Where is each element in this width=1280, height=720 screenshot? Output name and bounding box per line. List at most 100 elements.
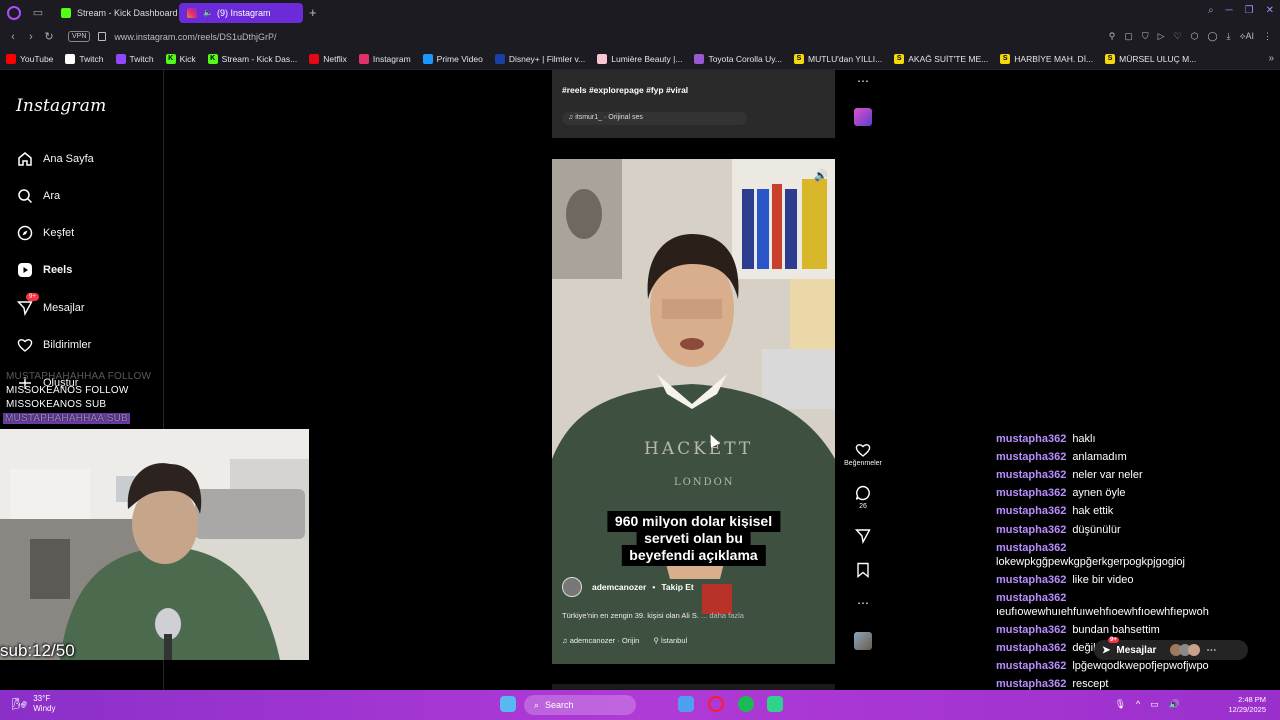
restore-icon[interactable]: ❐ <box>1245 5 1254 16</box>
bookmarks-more-icon[interactable]: » <box>1268 53 1274 64</box>
comment-icon[interactable] <box>855 485 871 501</box>
chat-username[interactable]: mustapha362 <box>996 451 1066 463</box>
save-icon[interactable] <box>855 562 871 578</box>
more-link[interactable]: ... daha fazla <box>701 611 744 620</box>
chat-username[interactable]: mustapha362 <box>996 592 1066 604</box>
bookmark-item[interactable]: S MUTLU'dan YILLI... <box>794 53 882 64</box>
bookmark-favicon-icon: K <box>165 53 176 64</box>
bookmark-item[interactable]: Netflix <box>309 53 347 64</box>
bookmark-item[interactable]: K Stream - Kick Das... <box>207 53 297 64</box>
bookmark-item[interactable]: Instagram <box>358 53 411 64</box>
forward-icon[interactable]: › <box>22 31 40 43</box>
extensions-icon[interactable]: ⬡ <box>1191 31 1199 42</box>
bookmark-item[interactable]: Lumière Beauty |... <box>597 53 683 64</box>
instagram-logo[interactable]: Instagram <box>16 96 106 116</box>
nav-home[interactable]: Ana Sayfa <box>16 150 94 167</box>
chat-username[interactable]: mustapha362 <box>996 642 1066 654</box>
spotify-icon[interactable] <box>738 696 754 712</box>
profile-icon[interactable]: ◯ <box>1207 31 1217 42</box>
nav-notifications[interactable]: Bildirimler <box>16 336 91 353</box>
tab-kick-dashboard[interactable]: Stream - Kick Dashboard <box>53 3 178 23</box>
download-icon[interactable]: ⤓ <box>1227 31 1231 42</box>
snapshot-icon[interactable]: ▢ <box>1124 31 1133 42</box>
more-icon[interactable]: ⋯ <box>1206 645 1216 656</box>
bookmark-item[interactable]: S AKAĞ SUİT'TE ME... <box>894 53 988 64</box>
audio-thumbnail[interactable] <box>854 108 872 126</box>
chat-username[interactable]: mustapha362 <box>996 487 1066 499</box>
bookmark-item[interactable]: Toyota Corolla Uy... <box>694 53 782 64</box>
taskbar-search[interactable]: ⌕ Search <box>524 695 636 715</box>
chat-username[interactable]: mustapha362 <box>996 469 1066 481</box>
bookmark-item[interactable]: K Kick <box>165 53 196 64</box>
shield-icon[interactable]: ⛉ <box>1142 31 1149 42</box>
volume-icon[interactable]: 🔊 <box>814 169 828 182</box>
chat-username[interactable]: mustapha362 <box>996 574 1066 586</box>
chat-username[interactable]: mustapha362 <box>996 433 1066 445</box>
opera-logo-icon[interactable] <box>7 5 21 20</box>
menu-icon[interactable]: ⋮ <box>1263 31 1272 42</box>
bookmark-item[interactable]: S HARBİYE MAH. Dİ... <box>1000 53 1093 64</box>
url-field[interactable]: www.instagram.com/reels/DS1uDthjGrP/ <box>114 32 276 42</box>
reel-audio-pill[interactable]: ♫ itsmur1_ · Orijinal ses <box>562 112 747 125</box>
music-icon: ♫ <box>562 636 570 645</box>
chat-username[interactable]: mustapha362 <box>996 524 1066 536</box>
chat-username[interactable]: mustapha362 <box>996 660 1066 672</box>
bookmark-item[interactable]: Disney+ | Filmler v... <box>494 53 585 64</box>
chat-username[interactable]: mustapha362 <box>996 542 1066 554</box>
like-icon[interactable] <box>855 442 871 458</box>
ai-button[interactable]: ⟡AI <box>1240 31 1254 42</box>
clock[interactable]: 2:48 PM 12/29/2025 <box>1228 695 1266 715</box>
speaker-icon[interactable]: 🔈 <box>203 8 213 17</box>
previous-reel[interactable]: #reels #explorepage #fyp #viral ♫ itsmur… <box>552 70 835 138</box>
opera-icon[interactable] <box>708 696 724 712</box>
nav-messages[interactable]: 9+ Mesajlar <box>16 293 85 316</box>
close-icon[interactable]: ✕ <box>1266 5 1274 16</box>
chat-text: rescept <box>1072 678 1109 690</box>
play-icon[interactable]: ▷ <box>1158 31 1165 42</box>
follow-button[interactable]: Takip Et <box>661 582 693 592</box>
nav-search[interactable]: Ara <box>16 187 60 204</box>
pin-icon[interactable]: ⚲ <box>1109 31 1116 42</box>
more-options-icon[interactable]: ⋯ <box>840 74 886 88</box>
audio-thumbnail[interactable] <box>854 632 872 650</box>
chat-username[interactable]: mustapha362 <box>996 505 1066 517</box>
tab-manager-icon[interactable]: ▭ <box>29 6 47 20</box>
nav-reels[interactable]: Reels <box>16 261 72 278</box>
weather-widget[interactable]: 🌬 33°F Windy <box>12 694 55 714</box>
edge-icon[interactable] <box>678 696 694 712</box>
messages-pill[interactable]: ➤ 9+ Mesajlar ⋯ <box>1094 636 1248 660</box>
chat-username[interactable]: mustapha362 <box>996 624 1066 636</box>
tab-instagram[interactable]: 🔈 (9) Instagram <box>179 2 303 23</box>
more-options-icon[interactable]: ⋯ <box>840 596 886 610</box>
bookmark-label: Lumière Beauty |... <box>611 53 683 64</box>
start-icon[interactable] <box>500 696 516 712</box>
search-icon <box>16 187 33 204</box>
reel-location[interactable]: ⚲ İstanbul <box>653 636 687 645</box>
bookmark-item[interactable]: S MÜRSEL ULUÇ M... <box>1105 53 1196 64</box>
network-icon[interactable]: ▭ <box>1150 699 1159 710</box>
bookmark-item[interactable]: YouTube <box>6 53 53 64</box>
chat-username[interactable]: mustapha362 <box>996 678 1066 690</box>
expand-tray-icon[interactable]: ^ <box>1136 699 1140 710</box>
reload-icon[interactable]: ↻ <box>40 30 58 43</box>
reel-audio[interactable]: ♫ ademcanozer · Orijin <box>562 636 639 645</box>
obs-icon[interactable] <box>767 696 783 712</box>
bookmark-item[interactable]: Prime Video <box>422 53 483 64</box>
microphone-icon[interactable]: 🎙 <box>1115 699 1126 710</box>
vpn-badge[interactable]: VPN <box>68 31 91 42</box>
minimize-icon[interactable]: ─ <box>1226 5 1233 16</box>
volume-icon[interactable]: 🔊 <box>1169 699 1180 710</box>
avatar[interactable] <box>562 577 582 597</box>
new-tab-button[interactable]: + <box>309 5 317 20</box>
reel-video[interactable]: 🔊 HACKETT LONDON 960 milyon dolar kişise… <box>552 159 835 664</box>
bookmark-item[interactable]: Twitch <box>65 53 104 64</box>
share-icon[interactable] <box>854 528 871 545</box>
like-count-label[interactable]: Beğenmeler <box>840 460 886 467</box>
back-icon[interactable]: ‹ <box>4 31 22 43</box>
nav-explore[interactable]: Keşfet <box>16 224 74 241</box>
bookmark-heart-icon[interactable]: ♡ <box>1174 31 1182 42</box>
search-tabs-icon[interactable]: ⌕ <box>1208 5 1214 16</box>
bookmark-item[interactable]: Twitch <box>115 53 154 64</box>
reel-username[interactable]: ademcanozer <box>592 582 646 592</box>
lock-icon[interactable] <box>98 32 107 41</box>
